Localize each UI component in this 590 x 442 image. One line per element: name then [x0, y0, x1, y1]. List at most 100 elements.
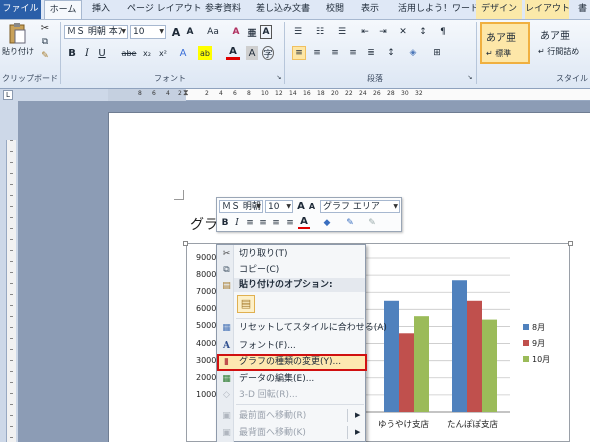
style-standard[interactable]: あア亜 ↵ 標準: [480, 22, 530, 64]
submenu-arrow-icon[interactable]: ▶: [355, 428, 360, 436]
tab-view[interactable]: 表示: [361, 0, 379, 19]
copy-icon[interactable]: ⧉: [39, 36, 51, 48]
mini-bold-button[interactable]: B: [220, 216, 230, 229]
mini-grow-font-icon[interactable]: A: [296, 200, 306, 213]
menu-item-font[interactable]: フォント(F)...: [239, 339, 296, 353]
text-effect-icon[interactable]: A: [176, 46, 190, 60]
bar[interactable]: [452, 280, 467, 412]
format-painter-icon[interactable]: ✎: [39, 50, 51, 62]
dialog-launcher-icon[interactable]: ↘: [275, 73, 283, 81]
increase-indent-icon[interactable]: ⇥: [376, 25, 390, 39]
tab-review[interactable]: 校閲: [326, 0, 344, 19]
menu-item-reset-style[interactable]: リセットしてスタイルに合わせる(A): [239, 321, 387, 335]
mini-justify-icon[interactable]: ≡: [284, 216, 296, 229]
mini-font-name-combo[interactable]: ＭＳ 明朝 ▼: [219, 200, 263, 213]
bold-button[interactable]: B: [66, 46, 78, 60]
style-no-spacing[interactable]: あア亜 ↵ 行間詰め: [534, 24, 590, 64]
paste-label[interactable]: 貼り付け: [2, 46, 34, 57]
bar[interactable]: [414, 316, 429, 412]
font-color-button[interactable]: A: [226, 46, 240, 60]
tab-chart-layout[interactable]: レイアウト: [525, 0, 570, 19]
ruler-tick: [10, 338, 13, 339]
font-size-value: 10: [133, 27, 145, 37]
mini-font-color-icon[interactable]: A: [298, 216, 310, 229]
multilevel-list-icon[interactable]: ☰: [334, 25, 350, 39]
document-heading[interactable]: グラ: [190, 214, 218, 234]
grow-font-button[interactable]: A: [170, 25, 182, 39]
bar[interactable]: [482, 319, 497, 412]
align-left-icon[interactable]: ≡: [292, 46, 306, 60]
tab-page-layout[interactable]: ページ レイアウト: [127, 0, 202, 19]
submenu-arrow-icon[interactable]: ▶: [355, 411, 360, 419]
underline-button[interactable]: U: [96, 46, 108, 60]
tab-file[interactable]: ファイル: [0, 0, 41, 19]
menu-item-cut[interactable]: 切り取り(T): [239, 247, 288, 261]
strikethrough-button[interactable]: abe: [120, 46, 138, 60]
mini-fill-icon[interactable]: ◆: [321, 216, 333, 229]
justify-icon[interactable]: ≡: [346, 46, 360, 60]
mini-outline-icon[interactable]: ✎: [343, 216, 357, 229]
ruler-number: 26: [373, 90, 381, 97]
shrink-font-button[interactable]: A: [184, 25, 196, 39]
shading-icon[interactable]: ◈: [406, 46, 420, 60]
decrease-indent-icon[interactable]: ⇤: [358, 25, 372, 39]
subscript-button[interactable]: x₂: [140, 46, 154, 60]
bar[interactable]: [384, 300, 399, 412]
chart-element-select[interactable]: グラフ エリア ▼: [320, 200, 400, 213]
mini-font-size-combo[interactable]: 10 ▼: [265, 200, 293, 213]
text-direction-icon[interactable]: ✕: [396, 25, 410, 39]
ruler-tick: [10, 349, 13, 350]
phonetic-guide-button[interactable]: 亜: [247, 25, 257, 39]
italic-button[interactable]: I: [81, 46, 93, 60]
indent-marker-icon[interactable]: ⧗: [183, 89, 190, 101]
tab-insert[interactable]: 挿入: [92, 0, 110, 19]
font-group-label: フォント: [154, 74, 186, 83]
ruler-tick: [10, 250, 13, 251]
borders-icon[interactable]: ⊞: [430, 46, 444, 60]
menu-item-change-chart-type[interactable]: グラフの種類の変更(Y)...: [239, 355, 341, 369]
show-marks-icon[interactable]: ¶: [436, 25, 450, 39]
bar[interactable]: [399, 333, 414, 412]
cut-icon[interactable]: ✂: [39, 22, 51, 34]
char-shading-icon[interactable]: A: [246, 46, 258, 60]
highlight-button[interactable]: ab: [198, 46, 212, 60]
paste-icon[interactable]: [6, 22, 28, 46]
ruler-number: 2: [178, 90, 182, 97]
menu-separator: [236, 318, 364, 319]
enclosed-char-icon[interactable]: 字: [262, 46, 274, 60]
menu-item-edit-data[interactable]: データの編集(E)...: [239, 372, 314, 386]
ruler-tick: [10, 404, 13, 405]
menu-separator: [236, 404, 364, 405]
mini-align-right-icon[interactable]: ≡: [270, 216, 282, 229]
paste-keep-source-icon[interactable]: ▤: [237, 295, 255, 313]
superscript-button[interactable]: x²: [156, 46, 170, 60]
change-case-button[interactable]: Aa: [204, 25, 222, 39]
numbering-icon[interactable]: ☷: [312, 25, 328, 39]
tab-mailings[interactable]: 差し込み文書: [256, 0, 310, 19]
mini-align-left-icon[interactable]: ≡: [244, 216, 256, 229]
clear-format-button[interactable]: A: [230, 25, 242, 39]
menu-item-copy[interactable]: コピー(C): [239, 263, 279, 277]
font-size-combo[interactable]: 10 ▼: [130, 25, 166, 39]
mini-shrink-font-icon[interactable]: A: [307, 200, 317, 213]
tab-references[interactable]: 参考資料: [205, 0, 241, 19]
bar[interactable]: [467, 300, 482, 412]
align-center-icon[interactable]: ≡: [310, 46, 324, 60]
line-spacing-icon[interactable]: ↕: [384, 46, 398, 60]
mini-italic-button[interactable]: I: [232, 216, 242, 229]
tab-chart-design[interactable]: デザイン: [476, 0, 522, 19]
mini-align-center-icon[interactable]: ≡: [257, 216, 269, 229]
dialog-launcher-icon[interactable]: ↘: [466, 73, 474, 81]
tab-chart-format[interactable]: 書: [578, 0, 587, 19]
bullets-icon[interactable]: ☰: [290, 25, 306, 39]
mini-format-painter-icon[interactable]: ✎: [366, 216, 378, 229]
tab-selector-button[interactable]: L: [3, 90, 13, 100]
distribute-icon[interactable]: ≣: [364, 46, 378, 60]
tab-addin[interactable]: 活用しよう！ワード: [398, 0, 479, 19]
char-border-button[interactable]: A: [260, 25, 272, 39]
sort-icon[interactable]: ↕: [416, 25, 430, 39]
split-divider: [347, 426, 348, 439]
font-name-combo[interactable]: ＭＳ 明朝 本ﾌ ▼: [64, 25, 128, 39]
align-right-icon[interactable]: ≡: [328, 46, 342, 60]
tab-home[interactable]: ホーム: [44, 0, 82, 20]
